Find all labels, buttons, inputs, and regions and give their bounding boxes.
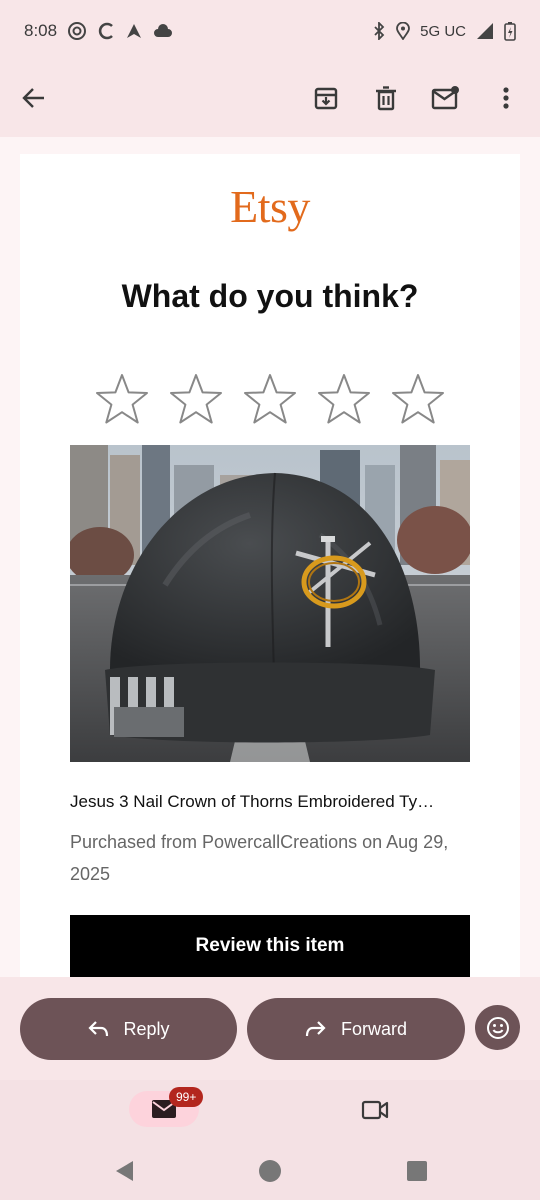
reply-bar: Reply Forward: [0, 977, 540, 1080]
system-recents-icon[interactable]: [403, 1157, 431, 1185]
forward-button[interactable]: Forward: [247, 998, 465, 1060]
star-5-icon[interactable]: [390, 372, 446, 428]
status-time: 8:08: [24, 21, 58, 40]
emoji-icon[interactable]: [475, 1005, 520, 1050]
star-2-icon[interactable]: [168, 372, 224, 428]
etsy-logo[interactable]: Etsy: [20, 180, 520, 233]
product-title[interactable]: Jesus 3 Nail Crown of Thorns Embroidered…: [70, 792, 470, 812]
c-icon: [97, 21, 115, 41]
app-bar-actions: [310, 82, 522, 114]
bottom-nav: 99+: [0, 1080, 540, 1142]
location-icon: [396, 22, 411, 40]
video-camera-icon[interactable]: [358, 1093, 392, 1127]
system-home-icon[interactable]: [256, 1157, 284, 1185]
email-card: Etsy What do you think? Jesus 3 Nail Cro…: [20, 154, 520, 977]
status-bar: 8:08 5G UC: [0, 0, 540, 62]
reply-label: Reply: [123, 1018, 170, 1039]
star-3-icon[interactable]: [242, 372, 298, 428]
app-bar: [0, 62, 540, 134]
purchase-info: Purchased from PowercallCreations on Aug…: [70, 832, 449, 884]
at-sign-icon: [67, 21, 87, 41]
cloud-icon: [153, 24, 173, 38]
status-right: 5G UC: [372, 21, 516, 41]
review-item-button[interactable]: Review this item: [70, 915, 470, 977]
email-body[interactable]: Etsy What do you think? Jesus 3 Nail Cro…: [0, 137, 540, 977]
forward-icon: [305, 1019, 327, 1039]
reply-button[interactable]: Reply: [20, 998, 237, 1060]
review-headline: What do you think?: [121, 278, 419, 314]
mark-unread-icon[interactable]: [430, 82, 462, 114]
battery-icon: [504, 21, 516, 41]
arrow-up-icon: [125, 22, 143, 40]
reply-icon: [87, 1019, 109, 1039]
star-1-icon[interactable]: [94, 372, 150, 428]
bluetooth-icon: [372, 22, 386, 40]
archive-icon[interactable]: [310, 82, 342, 114]
network-label: 5G UC: [420, 22, 466, 40]
signal-icon: [476, 22, 494, 40]
forward-label: Forward: [340, 1018, 407, 1039]
product-image[interactable]: [70, 445, 470, 762]
mail-count-badge: 99+: [169, 1087, 204, 1107]
status-left: 8:08: [24, 21, 173, 41]
system-nav-bar: [0, 1142, 540, 1200]
delete-icon[interactable]: [370, 82, 402, 114]
back-arrow-icon[interactable]: [18, 82, 50, 114]
system-back-icon[interactable]: [110, 1157, 138, 1185]
star-rating: [94, 372, 446, 432]
more-vert-icon[interactable]: [490, 82, 522, 114]
star-4-icon[interactable]: [316, 372, 372, 428]
